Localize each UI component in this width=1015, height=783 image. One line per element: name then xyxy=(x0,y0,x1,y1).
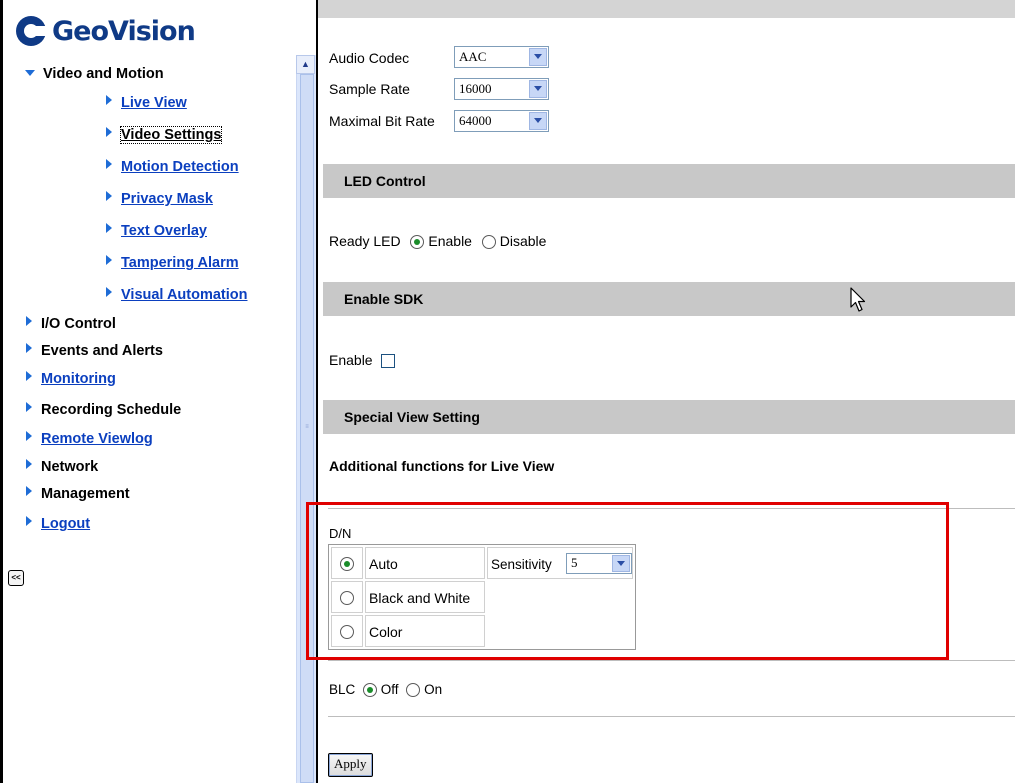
chevron-down-icon xyxy=(529,112,547,130)
sidebar-item-live-view[interactable]: Live View xyxy=(106,95,187,111)
arrow-right-icon xyxy=(26,402,32,412)
maximal-bit-rate-select[interactable]: 64000 xyxy=(454,110,549,132)
blc-off-radio[interactable] xyxy=(363,683,378,698)
sidebar-item-logout[interactable]: Logout xyxy=(26,516,90,532)
sidebar-item-motion-detection[interactable]: Motion Detection xyxy=(106,159,239,175)
enable-sdk-header: Enable SDK xyxy=(323,282,1015,316)
sidebar-item-video-settings[interactable]: Video Settings xyxy=(106,126,223,144)
sample-rate-select[interactable]: 16000 xyxy=(454,78,549,100)
chevron-down-icon xyxy=(529,80,547,98)
apply-button[interactable]: Apply xyxy=(328,753,373,777)
sidebar-item-recording-schedule[interactable]: Recording Schedule xyxy=(26,402,181,418)
sidebar-item-monitoring[interactable]: Monitoring xyxy=(26,371,116,387)
arrow-right-icon xyxy=(106,159,112,169)
led-control-header: LED Control xyxy=(323,164,1015,198)
sidebar: GeoVision Video and Motion Live View Vid… xyxy=(3,0,296,783)
scroll-up-arrow-icon[interactable]: ▲ xyxy=(296,55,315,74)
collapse-sidebar-button[interactable]: << xyxy=(8,570,24,586)
led-disable-label: Disable xyxy=(499,233,547,249)
arrow-right-icon xyxy=(106,191,112,201)
blc-on-label: On xyxy=(424,682,443,697)
special-view-setting-header: Special View Setting xyxy=(323,400,1015,434)
mouse-pointer-icon xyxy=(850,287,866,318)
scrollbar-grip-icon: ≡ xyxy=(305,424,309,430)
arrow-right-icon xyxy=(106,95,112,105)
sidebar-item-video-and-motion[interactable]: Video and Motion xyxy=(25,66,164,82)
led-disable-radio[interactable] xyxy=(481,235,496,250)
arrow-right-icon xyxy=(26,343,32,353)
chevron-down-icon xyxy=(529,48,547,66)
sdk-enable-label: Enable xyxy=(329,352,373,368)
sidebar-item-visual-automation[interactable]: Visual Automation xyxy=(106,287,248,303)
sidebar-item-text-overlay[interactable]: Text Overlay xyxy=(106,223,207,239)
arrow-right-icon xyxy=(26,486,32,496)
sample-rate-label: Sample Rate xyxy=(329,81,410,97)
blc-label: BLC xyxy=(329,682,356,697)
sidebar-item-privacy-mask[interactable]: Privacy Mask xyxy=(106,191,213,207)
sdk-enable-row: Enable xyxy=(329,352,396,369)
blc-on-radio[interactable] xyxy=(406,683,421,698)
arrow-right-icon xyxy=(26,316,32,326)
blc-off-label: Off xyxy=(380,682,399,697)
highlight-annotation-box xyxy=(306,502,949,660)
led-enable-label: Enable xyxy=(428,233,472,249)
ready-led-label: Ready LED xyxy=(329,233,401,249)
arrow-right-icon xyxy=(106,287,112,297)
arrow-right-icon xyxy=(26,459,32,469)
sidebar-item-remote-viewlog[interactable]: Remote Viewlog xyxy=(26,431,153,447)
main-content: Audio Codec AAC Sample Rate 16000 Maxima… xyxy=(318,0,1015,783)
arrow-right-icon xyxy=(106,255,112,265)
sidebar-item-events-and-alerts[interactable]: Events and Alerts xyxy=(26,343,163,359)
arrow-right-icon xyxy=(26,431,32,441)
arrow-right-icon xyxy=(106,127,112,137)
sidebar-item-network[interactable]: Network xyxy=(26,459,98,475)
separator-line xyxy=(328,660,1015,661)
ready-led-row: Ready LED Enable Disable xyxy=(329,233,547,250)
expand-triangle-icon xyxy=(25,70,35,76)
arrow-right-icon xyxy=(26,371,32,381)
blc-row: BLC Off On xyxy=(329,682,443,698)
audio-codec-select[interactable]: AAC xyxy=(454,46,549,68)
sdk-enable-checkbox[interactable] xyxy=(381,354,396,369)
led-enable-radio[interactable] xyxy=(410,235,425,250)
sidebar-item-management[interactable]: Management xyxy=(26,486,130,502)
sidebar-nav: Video and Motion Live View Video Setting… xyxy=(3,0,296,783)
audio-codec-label: Audio Codec xyxy=(329,50,410,66)
section-header-bar xyxy=(318,0,1015,18)
sidebar-item-tampering-alarm[interactable]: Tampering Alarm xyxy=(106,255,239,271)
live-view-functions-heading: Additional functions for Live View xyxy=(329,458,555,474)
sidebar-item-io-control[interactable]: I/O Control xyxy=(26,316,116,332)
arrow-right-icon xyxy=(26,516,32,526)
arrow-right-icon xyxy=(106,223,112,233)
separator-line xyxy=(328,716,1015,717)
maximal-bit-rate-label: Maximal Bit Rate xyxy=(329,113,435,129)
